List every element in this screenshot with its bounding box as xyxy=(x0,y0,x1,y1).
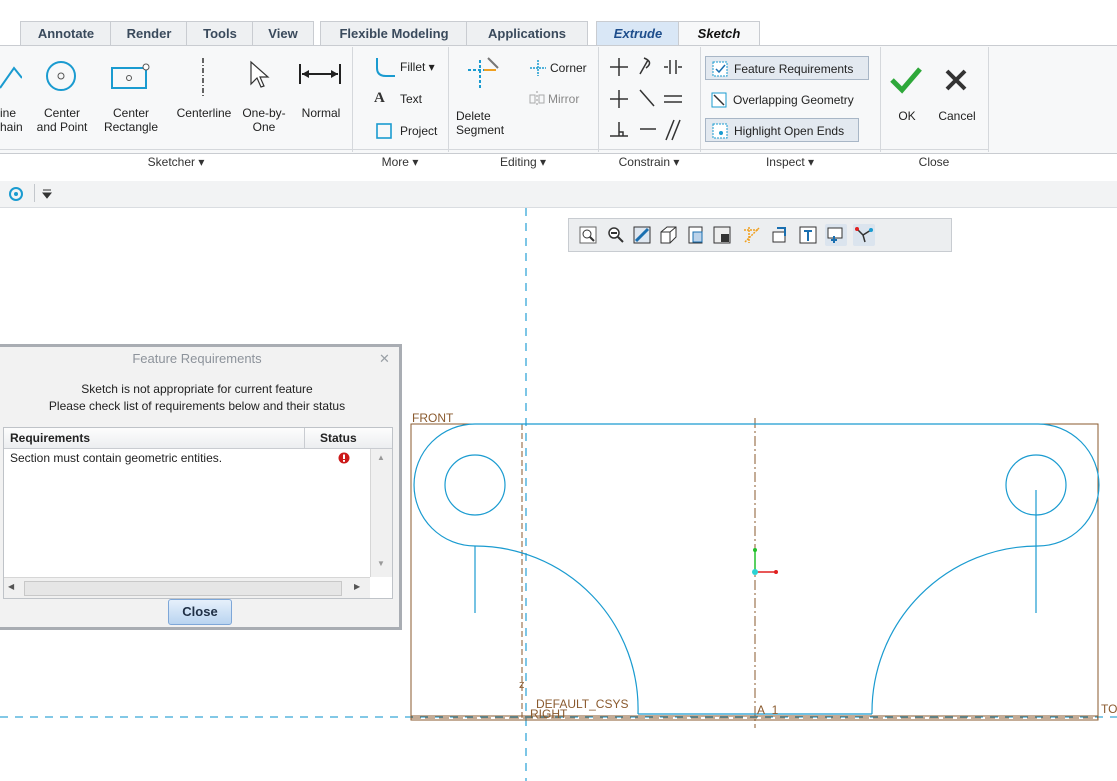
vertical-scrollbar[interactable]: ▲ ▼ xyxy=(370,449,392,577)
highlight-open-ends-label: Highlight Open Ends xyxy=(734,124,845,138)
mirror-button[interactable]: Mirror xyxy=(548,89,579,109)
csys-z-label: z xyxy=(519,679,525,691)
overlapping-geometry-button[interactable]: Overlapping Geometry xyxy=(705,88,869,112)
project-button[interactable]: Project xyxy=(400,121,437,141)
delete-segment-label[interactable]: Delete Segment xyxy=(456,109,516,137)
tab-extrude[interactable]: Extrude xyxy=(596,21,680,46)
one-by-one-label[interactable]: One-by- One xyxy=(238,106,290,134)
center-point-circle-icon[interactable] xyxy=(44,59,78,93)
ribbon-tab-bar: Annotate Render Tools View Flexible Mode… xyxy=(0,0,1117,47)
dialog-message-line-1: Sketch is not appropriate for current fe… xyxy=(81,382,313,396)
csys-x-end xyxy=(774,570,778,574)
table-row[interactable]: Section must contain geometric entities. xyxy=(4,449,370,467)
editing-group-label[interactable]: Editing ▾ xyxy=(448,149,598,176)
status-column-header[interactable]: Status xyxy=(320,428,357,448)
top-plane-label: TO xyxy=(1101,702,1117,716)
requirements-table: Requirements Status Section must contain… xyxy=(3,427,393,599)
tab-applications[interactable]: Applications xyxy=(466,21,588,46)
fillet-button[interactable]: Fillet ▾ xyxy=(400,57,435,77)
sketch-geometry xyxy=(413,423,1100,715)
feature-requirements-button[interactable]: Feature Requirements xyxy=(705,56,869,80)
line-chain-label[interactable]: ine hain xyxy=(0,106,23,134)
ok-checkmark-icon[interactable] xyxy=(890,66,922,94)
center-rectangle-label[interactable]: Center Rectangle xyxy=(97,106,165,134)
horizontal-scrollbar[interactable]: ◀ ▶ xyxy=(4,577,370,598)
project-icon[interactable] xyxy=(376,123,392,139)
highlight-open-ends-icon xyxy=(712,123,728,139)
requirements-column-header[interactable]: Requirements xyxy=(10,428,90,448)
delete-segment-icon[interactable] xyxy=(466,56,500,92)
center-point-label[interactable]: Center and Point xyxy=(34,106,90,134)
sketcher-group-label[interactable]: Sketcher ▾ xyxy=(0,149,352,176)
right-plane-label: RIGHT xyxy=(530,707,568,721)
corner-button[interactable]: Corner xyxy=(550,58,587,78)
tab-sketch[interactable]: Sketch xyxy=(678,21,760,47)
scrollbar-thumb[interactable] xyxy=(24,581,342,596)
requirements-table-header: Requirements Status xyxy=(4,428,392,449)
tab-render[interactable]: Render xyxy=(110,21,188,46)
inspect-group-label[interactable]: Inspect ▾ xyxy=(700,149,880,176)
corner-icon[interactable] xyxy=(528,58,548,78)
overlapping-geometry-icon xyxy=(711,92,727,108)
ok-label[interactable]: OK xyxy=(888,109,926,123)
mirror-icon xyxy=(529,91,545,107)
axis-a1-label: A_1 xyxy=(757,703,779,717)
cursor-arrow-icon[interactable] xyxy=(248,60,270,90)
dialog-close-icon[interactable]: ✕ xyxy=(379,351,390,367)
feature-requirements-icon xyxy=(712,61,728,77)
normal-label[interactable]: Normal xyxy=(296,106,346,120)
feature-requirements-label: Feature Requirements xyxy=(734,62,854,76)
dialog-title: Feature Requirements xyxy=(0,347,399,371)
normal-dimension-icon[interactable] xyxy=(298,64,342,84)
center-rectangle-icon[interactable] xyxy=(110,62,152,90)
dialog-close-button[interactable]: Close xyxy=(168,599,232,625)
highlight-open-ends-button[interactable]: Highlight Open Ends xyxy=(705,118,859,142)
tab-tools[interactable]: Tools xyxy=(186,21,254,46)
csys-y-end xyxy=(753,548,757,552)
front-plane-label: FRONT xyxy=(412,411,454,425)
constrain-group-label[interactable]: Constrain ▾ xyxy=(598,149,700,176)
constraint-icons[interactable] xyxy=(610,56,696,148)
more-group-label[interactable]: More ▾ xyxy=(352,149,448,176)
toolbar-divider xyxy=(34,184,35,202)
fillet-icon[interactable] xyxy=(374,56,396,78)
close-group-label[interactable]: Close xyxy=(880,149,988,176)
csys-origin-icon xyxy=(752,569,758,575)
regenerate-icon[interactable] xyxy=(8,186,24,202)
line-chain-icon[interactable] xyxy=(0,58,22,92)
feature-requirements-dialog: Feature Requirements ✕ Sketch is not app… xyxy=(0,344,402,630)
dialog-message-line-2: Please check list of requirements below … xyxy=(48,399,346,413)
cancel-label[interactable]: Cancel xyxy=(932,109,982,123)
tab-flexible-modeling[interactable]: Flexible Modeling xyxy=(320,21,468,46)
tab-annotate[interactable]: Annotate xyxy=(20,21,112,46)
graphics-toolbar-row xyxy=(0,181,1117,208)
centerline-label[interactable]: Centerline xyxy=(170,106,238,120)
text-button[interactable]: Text xyxy=(400,89,422,109)
centerline-icon[interactable] xyxy=(198,58,208,98)
text-icon[interactable]: A xyxy=(374,90,385,107)
overlapping-geometry-label: Overlapping Geometry xyxy=(733,93,854,107)
cancel-x-icon[interactable] xyxy=(944,68,968,92)
tab-view[interactable]: View xyxy=(252,21,314,46)
error-icon xyxy=(338,452,350,464)
requirement-text: Section must contain geometric entities. xyxy=(10,451,223,465)
dropdown-arrow-icon[interactable] xyxy=(42,189,52,199)
